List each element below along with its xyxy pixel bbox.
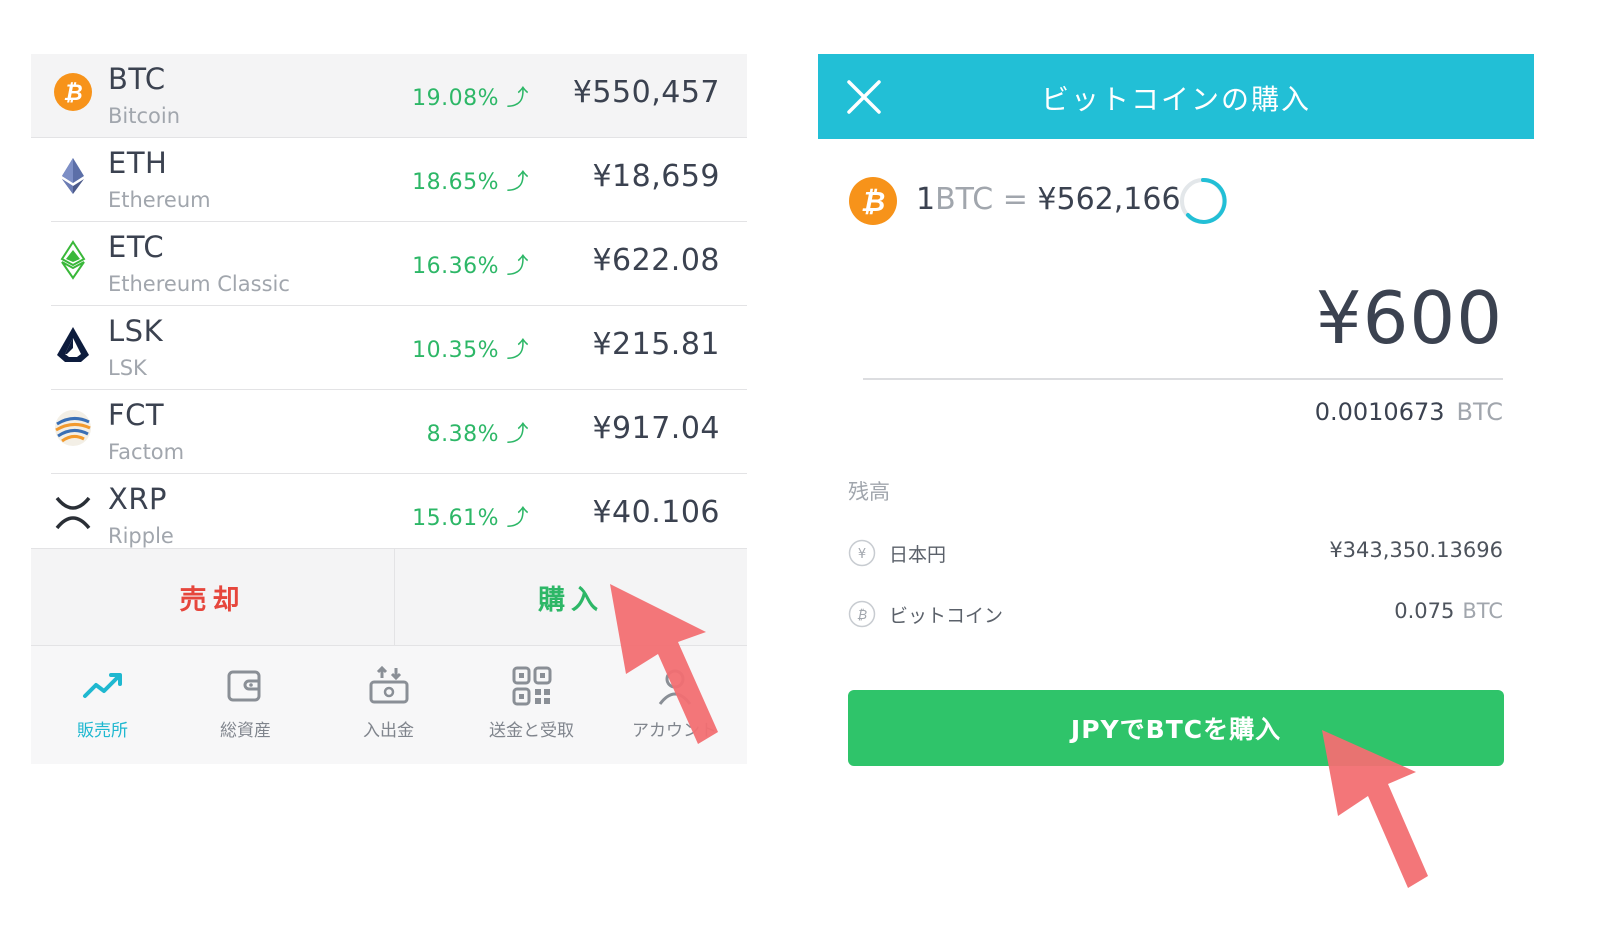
coin-price: ¥215.81 (592, 327, 720, 362)
trend-chart-icon (81, 664, 125, 708)
coin-name: Ethereum Classic (108, 272, 290, 296)
balance-value: 0.075 BTC (1394, 599, 1503, 623)
balance-name: 日本円 (889, 544, 947, 566)
balance-name: ビットコイン (889, 605, 1004, 627)
bitcoin-icon: ₿ (53, 72, 93, 112)
trend-up-icon: ⤴ (506, 86, 529, 111)
rate-text: 1BTC = ¥562,166 (916, 182, 1181, 217)
balance-heading: 残高 (848, 480, 890, 504)
svg-text:₿: ₿ (861, 185, 886, 218)
coin-name: Bitcoin (108, 104, 181, 128)
coin-change: 19.08% ⤴ (412, 86, 529, 111)
exchange-rate: ₿ 1BTC = ¥562,166 (848, 174, 1348, 228)
coin-row-etc[interactable]: ETC Ethereum Classic 16.36% ⤴ ¥622.08 (31, 222, 747, 306)
coin-symbol: FCT (108, 398, 165, 432)
coin-price: ¥40.106 (592, 495, 720, 530)
wallet-icon (224, 664, 268, 708)
ripple-icon (53, 492, 93, 532)
coin-price: ¥18,659 (592, 159, 720, 194)
trend-up-icon: ⤴ (506, 170, 529, 195)
coin-name: Factom (108, 440, 185, 464)
amount-underline (863, 378, 1503, 380)
coin-name: LSK (108, 356, 147, 380)
nav-label: 販売所 (77, 721, 128, 741)
nav-item-deposit-withdraw[interactable]: 入出金 (317, 646, 460, 764)
svg-text:₿: ₿ (63, 81, 82, 106)
nav-item-exchange[interactable]: 販売所 (31, 646, 174, 764)
coin-change: 18.65% ⤴ (412, 170, 529, 195)
coin-name: Ripple (108, 524, 174, 548)
ethereum-classic-icon (53, 240, 93, 280)
coin-row-fct[interactable]: FCT Factom 8.38% ⤴ ¥917.04 (31, 390, 747, 474)
coin-price: ¥622.08 (592, 243, 720, 278)
balance-value: ¥343,350.13696 (1329, 538, 1503, 562)
nav-label: 送金と受取 (489, 721, 574, 741)
coin-row-eth[interactable]: ETH Ethereum 18.65% ⤴ ¥18,659 (31, 138, 747, 222)
lisk-icon (53, 324, 93, 364)
page-title: ビットコインの購入 (1040, 83, 1311, 116)
trend-up-icon: ⤴ (506, 254, 529, 279)
pointer-arrow-icon (1316, 728, 1432, 890)
balance-row-btc: ₿ ビットコイン 0.075 BTC (848, 597, 1503, 633)
yen-circle-icon: ¥ (848, 539, 876, 567)
jpy-amount-input[interactable]: ¥600 (1316, 276, 1503, 360)
trend-up-icon: ⤴ (506, 422, 529, 447)
coin-symbol: ETH (108, 146, 168, 180)
trend-up-icon: ⤴ (506, 506, 529, 531)
coin-change: 8.38% ⤴ (426, 422, 529, 447)
nav-label: 総資産 (220, 721, 271, 741)
nav-label: 入出金 (363, 721, 414, 741)
coin-change: 15.61% ⤴ (412, 506, 529, 531)
purchase-header: ビットコインの購入 (818, 54, 1534, 139)
coin-row-xrp[interactable]: XRP Ripple 15.61% ⤴ ¥40.106 (31, 474, 747, 558)
btc-equivalent: 0.0010673 BTC (1314, 398, 1503, 426)
coin-row-btc[interactable]: ₿ BTC Bitcoin 19.08% ⤴ ¥550,457 (31, 54, 747, 138)
refresh-spinner-icon[interactable] (1178, 176, 1228, 226)
sell-button[interactable]: 売却 (31, 549, 395, 645)
balance-row-jpy: ¥ 日本円 ¥343,350.13696 (848, 536, 1503, 572)
pointer-arrow-icon (600, 582, 720, 747)
deposit-withdraw-icon (367, 664, 411, 708)
nav-item-send-receive[interactable]: 送金と受取 (460, 646, 603, 764)
coin-change: 10.35% ⤴ (412, 338, 529, 363)
svg-text:¥: ¥ (858, 547, 866, 562)
ethereum-icon (53, 156, 93, 196)
coin-row-lsk[interactable]: LSK LSK 10.35% ⤴ ¥215.81 (31, 306, 747, 390)
bitcoin-circle-icon: ₿ (848, 600, 876, 628)
coin-symbol: LSK (108, 314, 164, 348)
trend-up-icon: ⤴ (506, 338, 529, 363)
coin-symbol: BTC (108, 62, 166, 96)
bitcoin-purchase-panel: ビットコインの購入 ₿ 1BTC = ¥562,166 ¥600 0.00106… (818, 54, 1534, 814)
nav-item-assets[interactable]: 総資産 (174, 646, 317, 764)
qr-code-icon (510, 664, 554, 708)
coin-symbol: ETC (108, 230, 165, 264)
svg-text:₿: ₿ (857, 608, 867, 623)
factom-icon (53, 408, 93, 448)
coin-change: 16.36% ⤴ (412, 254, 529, 279)
coin-price: ¥917.04 (592, 411, 720, 446)
bitcoin-icon: ₿ (848, 176, 898, 226)
coin-price: ¥550,457 (572, 75, 720, 110)
coin-symbol: XRP (108, 482, 168, 516)
coin-name: Ethereum (108, 188, 211, 212)
